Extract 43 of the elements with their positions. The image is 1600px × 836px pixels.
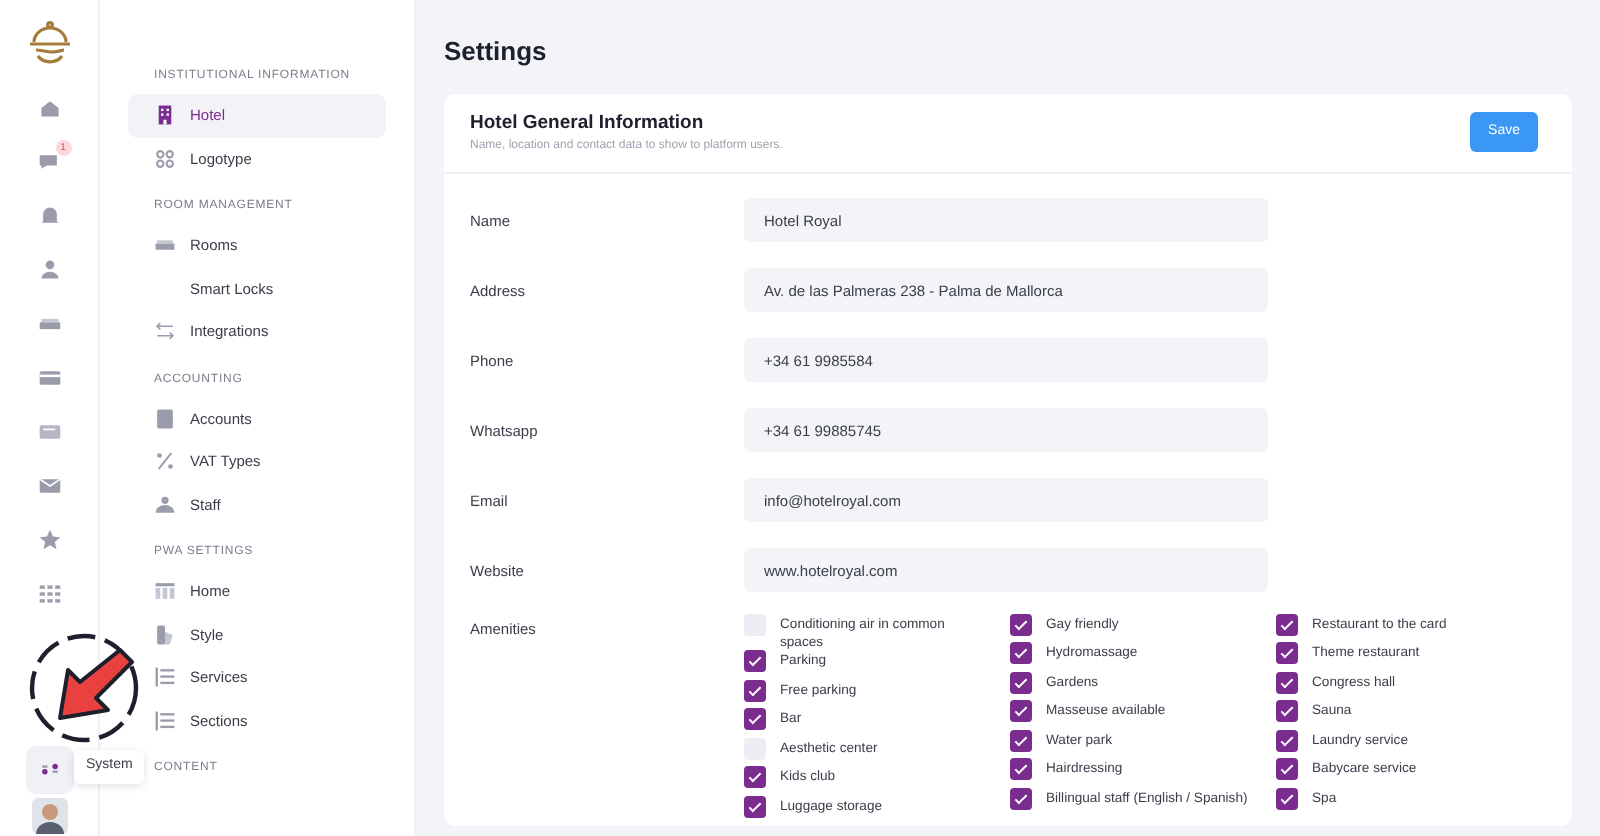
- logo-icon: [27, 20, 71, 68]
- checkbox[interactable]: [1276, 729, 1298, 752]
- circles-icon: [154, 147, 176, 170]
- building-icon: [154, 104, 176, 127]
- arrows-icon: [154, 320, 176, 343]
- checkbox[interactable]: [1276, 671, 1298, 694]
- checkbox[interactable]: [1010, 613, 1032, 636]
- checkbox[interactable]: [1010, 729, 1032, 752]
- layout-icon: [154, 580, 176, 603]
- checkbox[interactable]: [1010, 642, 1032, 665]
- checkbox[interactable]: [744, 650, 766, 673]
- chat-icon: [37, 150, 61, 174]
- book-icon: [154, 407, 176, 430]
- checkbox[interactable]: [1010, 787, 1032, 810]
- list-icon: [154, 666, 176, 689]
- palette-icon: [154, 623, 176, 646]
- home-icon: [37, 96, 61, 120]
- message-icon: [37, 420, 61, 444]
- checkbox[interactable]: [1276, 787, 1298, 810]
- card-icon: [37, 366, 61, 390]
- star-icon: [37, 528, 61, 552]
- checkbox[interactable]: [744, 708, 766, 731]
- checkbox[interactable]: [1276, 758, 1298, 781]
- checkbox[interactable]: [744, 766, 766, 789]
- checkbox[interactable]: [1276, 642, 1298, 665]
- person-icon: [37, 258, 61, 282]
- checkbox[interactable]: [1010, 758, 1032, 781]
- checkbox[interactable]: [1276, 700, 1298, 723]
- system-button[interactable]: [26, 746, 74, 794]
- grid-icon: [37, 582, 61, 606]
- bell-icon: [37, 204, 61, 228]
- people-icon: [154, 493, 176, 516]
- checkbox[interactable]: [1010, 671, 1032, 694]
- card-title: Hotel General Information: [470, 109, 706, 137]
- checkbox[interactable]: [744, 679, 766, 702]
- checkbox[interactable]: [744, 795, 766, 818]
- mail-icon: [37, 474, 61, 498]
- percent-icon: [154, 450, 176, 473]
- checkbox[interactable]: [1010, 700, 1032, 723]
- page-title: Settings: [444, 34, 549, 70]
- list-icon: [154, 709, 176, 732]
- avatar[interactable]: [32, 798, 68, 834]
- checkbox[interactable]: [1276, 613, 1298, 636]
